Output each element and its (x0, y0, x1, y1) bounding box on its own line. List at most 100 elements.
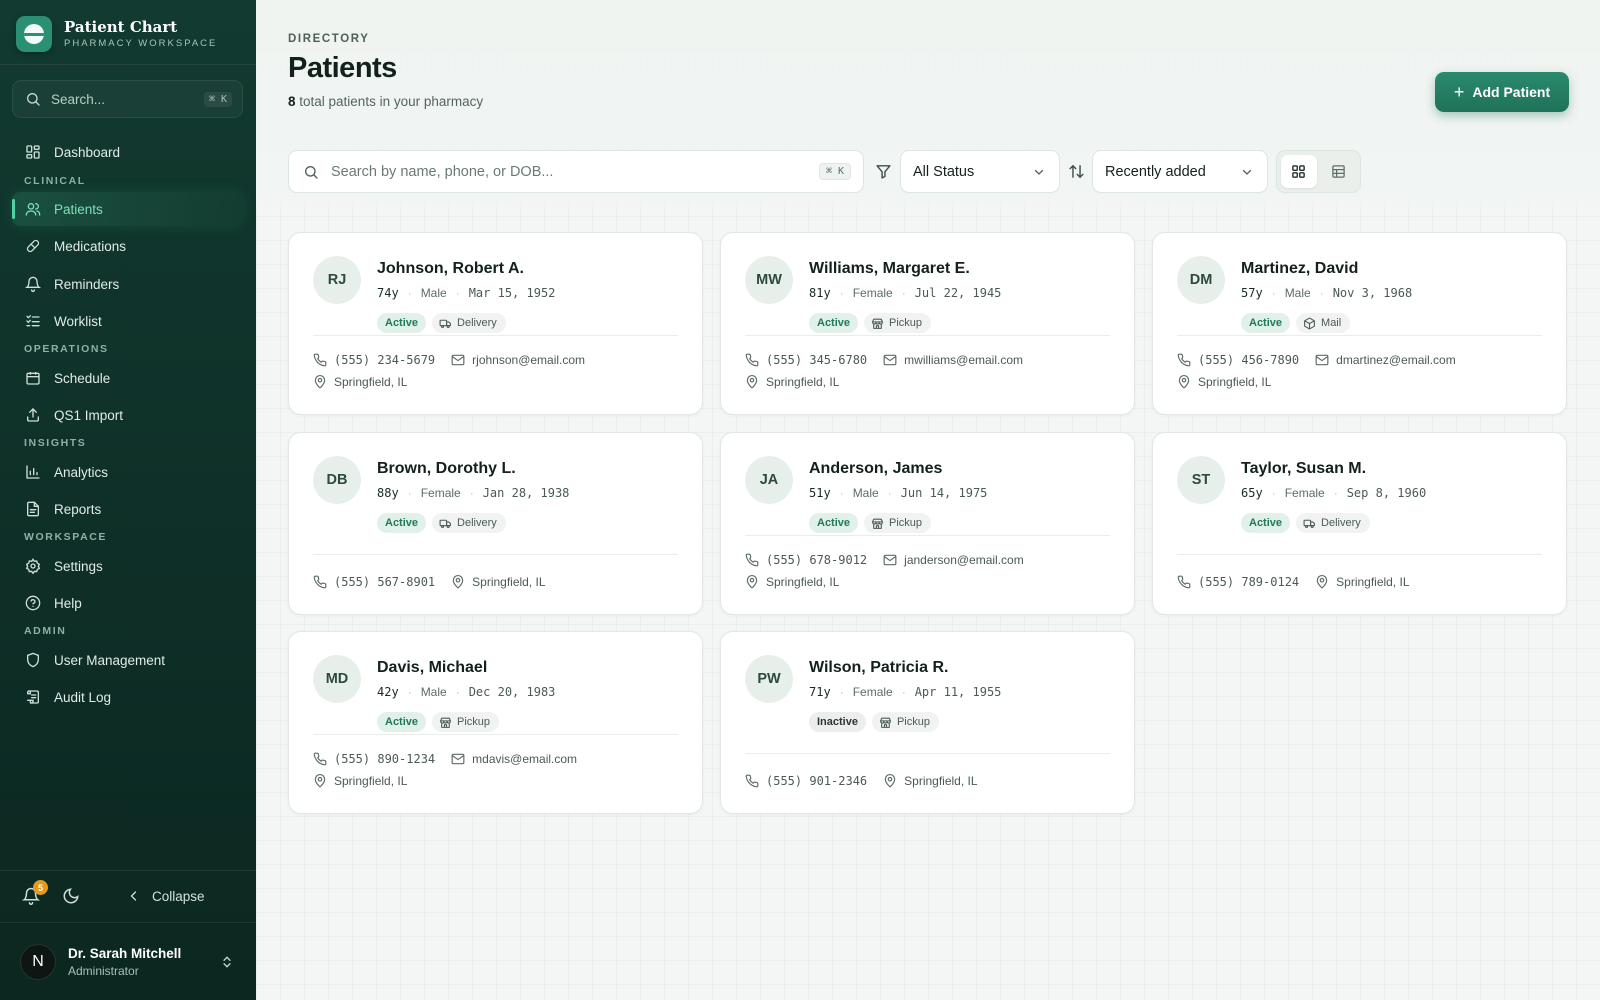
checklist-icon (25, 313, 41, 329)
patient-meta: 81y · Female · Jul 22, 1945 (809, 286, 1001, 300)
patient-card[interactable]: PW Wilson, Patricia R. 71y · Female · Apr 11, … (720, 631, 1135, 814)
avatar: DB (313, 456, 361, 504)
patient-count: 8 (288, 94, 296, 109)
status-badge: Active (1241, 313, 1291, 333)
sidebar-item-schedule[interactable]: Schedule (12, 361, 243, 395)
main-content: DIRECTORY Patients 8 total patients in y… (256, 0, 1600, 1000)
section-label-insights: INSIGHTS (24, 437, 87, 449)
sidebar-item-patients[interactable]: Patients (12, 192, 243, 226)
collapse-sidebar-button[interactable]: Collapse (128, 884, 205, 908)
phone-icon (745, 774, 759, 788)
sidebar-item-qs1-import[interactable]: QS1 Import (12, 398, 243, 432)
patient-card[interactable]: MD Davis, Michael 42y · Male · Dec 20, 1983 Act… (288, 631, 703, 814)
separator-dot: · (407, 685, 412, 699)
location-row: Springfield, IL (1177, 375, 1271, 389)
separator-dot: · (1271, 286, 1276, 300)
contact-row: (555) 456-7890 dmartinez@email.com (1177, 353, 1456, 367)
sidebar-item-label: Worklist (54, 313, 102, 329)
moon-icon[interactable] (62, 887, 80, 905)
patient-card[interactable]: DM Martinez, David 57y · Male · Nov 3, 1968 Act… (1152, 232, 1567, 415)
patient-location: Springfield, IL (1336, 575, 1410, 589)
divider (0, 64, 256, 65)
map-pin-icon (451, 575, 465, 589)
divider (0, 922, 256, 923)
upload-icon (25, 407, 41, 423)
sidebar-item-medications[interactable]: Medications (12, 229, 243, 263)
patient-sex: Male (1284, 286, 1311, 300)
user-profile-menu[interactable]: N Dr. Sarah Mitchell Administrator (0, 924, 256, 1000)
help-circle-icon (25, 595, 41, 611)
separator-dot: · (839, 685, 844, 699)
divider (313, 734, 678, 735)
map-pin-icon (1177, 375, 1191, 389)
brand[interactable]: Patient Chart PHARMACY WORKSPACE (16, 14, 242, 54)
contact-row: (555) 345-6780 mwilliams@email.com (745, 353, 1023, 367)
contact-row: (555) 890-1234 mdavis@email.com (313, 752, 577, 766)
patient-email: mwilliams@email.com (904, 353, 1024, 367)
store-icon (439, 716, 452, 729)
grid-view-button[interactable] (1281, 155, 1317, 188)
patient-name: Martinez, David (1241, 260, 1359, 277)
patient-dob: Jun 14, 1975 (900, 486, 988, 500)
sidebar-item-dashboard[interactable]: Dashboard (12, 135, 243, 169)
separator-dot: · (1333, 486, 1338, 500)
status-filter-select[interactable]: All Status (900, 150, 1060, 193)
sidebar-item-audit-log[interactable]: Audit Log (12, 680, 243, 714)
breadcrumb: DIRECTORY (288, 33, 370, 45)
add-patient-button[interactable]: + Add Patient (1435, 72, 1569, 112)
sidebar-item-worklist[interactable]: Worklist (12, 304, 243, 338)
fulfillment-label: Pickup (889, 517, 923, 529)
store-icon (879, 716, 892, 729)
patient-search-input[interactable]: Search by name, phone, or DOB... ⌘ K (288, 150, 864, 193)
patient-age: 71y (809, 685, 831, 699)
patient-dob: Jul 22, 1945 (914, 286, 1002, 300)
table-view-button[interactable] (1321, 155, 1357, 188)
sidebar-search[interactable]: Search... ⌘ K (12, 80, 243, 118)
status-badge: Inactive (809, 712, 866, 732)
page-title: Patients (288, 52, 397, 84)
sort-arrows-icon (1068, 163, 1085, 180)
patient-age: 88y (377, 486, 399, 500)
collapse-label: Collapse (152, 888, 205, 904)
separator-dot: · (407, 286, 412, 300)
separator-dot: · (1271, 486, 1276, 500)
sidebar-item-user-management[interactable]: User Management (12, 643, 243, 677)
patient-location: Springfield, IL (1198, 375, 1272, 389)
separator-dot: · (901, 286, 906, 300)
map-pin-icon (745, 375, 759, 389)
separator-dot: · (455, 685, 460, 699)
map-pin-icon (745, 575, 759, 589)
sidebar-item-label: Schedule (54, 370, 111, 386)
patient-card[interactable]: RJ Johnson, Robert A. 74y · Male · Mar 15, 195… (288, 232, 703, 415)
patient-badges: Active Mail (1241, 313, 1351, 333)
sidebar-item-label: Dashboard (54, 144, 121, 160)
sort-value: Recently added (1105, 163, 1206, 180)
patient-age: 65y (1241, 486, 1263, 500)
contact-row: (555) 678-9012 janderson@email.com (745, 553, 1024, 567)
patient-location: Springfield, IL (334, 375, 408, 389)
scroll-log-icon (25, 689, 41, 705)
sort-select[interactable]: Recently added (1092, 150, 1268, 193)
fulfillment-badge: Pickup (432, 712, 500, 732)
patient-card[interactable]: ST Taylor, Susan M. 65y · Female · Sep 8, 1960… (1152, 432, 1567, 615)
divider (745, 753, 1110, 754)
patient-dob: Dec 20, 1983 (468, 685, 556, 699)
sidebar-item-help[interactable]: Help (12, 586, 243, 620)
fulfillment-badge: Delivery (432, 313, 506, 333)
sidebar-item-label: Audit Log (54, 689, 112, 705)
package-icon (1303, 317, 1316, 330)
patient-card[interactable]: JA Anderson, James 51y · Male · Jun 14, 1975 Ac… (720, 432, 1135, 615)
patient-meta: 71y · Female · Apr 11, 1955 (809, 685, 1001, 699)
sidebar-item-analytics[interactable]: Analytics (12, 455, 243, 489)
view-mode-toggle (1276, 150, 1361, 193)
sidebar-item-settings[interactable]: Settings (12, 549, 243, 583)
patient-badges: Active Delivery (377, 313, 506, 333)
phone-icon (1177, 575, 1191, 589)
avatar: JA (745, 456, 793, 504)
patient-card[interactable]: DB Brown, Dorothy L. 88y · Female · Jan 28, 19… (288, 432, 703, 615)
divider (745, 535, 1110, 536)
sidebar-item-reports[interactable]: Reports (12, 492, 243, 526)
plus-icon: + (1453, 82, 1465, 102)
patient-card[interactable]: MW Williams, Margaret E. 81y · Female · Jul 22… (720, 232, 1135, 415)
sidebar-item-reminders[interactable]: Reminders (12, 267, 243, 301)
